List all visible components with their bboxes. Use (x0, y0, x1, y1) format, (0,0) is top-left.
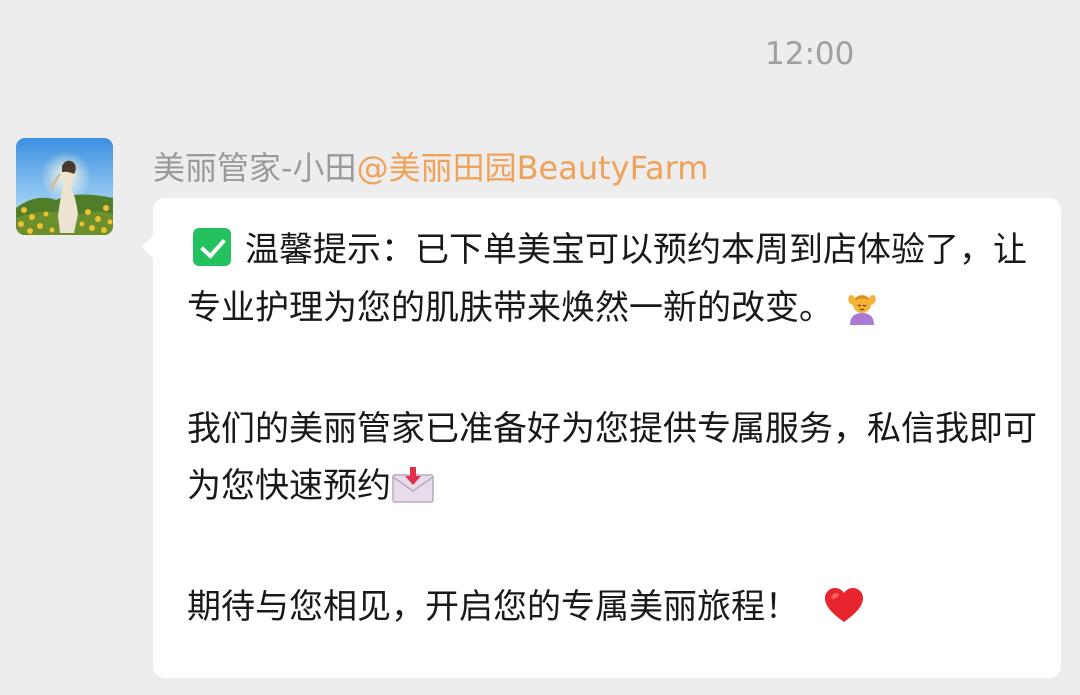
envelope-with-arrow-icon (391, 464, 435, 522)
paragraph-2-text: 我们的美丽管家已准备好为您提供专属服务，私信我即可为您快速预约 (187, 408, 1037, 507)
white-check-mark-icon (193, 228, 231, 266)
sender-line: 美丽管家-小田@美丽田园BeautyFarm (153, 143, 708, 189)
sender-name[interactable]: 美丽管家-小田 (153, 149, 357, 187)
message-paragraph-1: 温馨提示：已下单美宝可以预约本周到店体验了，让专业护理为您的肌肤带来焕然一新的改… (187, 222, 1037, 343)
sender-avatar[interactable] (16, 138, 113, 235)
red-heart-icon (824, 585, 864, 643)
message-paragraph-3: 期待与您相见，开启您的专属美丽旅程！ (187, 579, 1037, 643)
sender-org-mention[interactable]: @美丽田园BeautyFarm (357, 149, 709, 187)
face-massage-icon (844, 286, 880, 344)
message-paragraph-2: 我们的美丽管家已准备好为您提供专属服务，私信我即可为您快速预约 (187, 401, 1037, 522)
message-timestamp: 12:00 (765, 36, 855, 72)
paragraph-3-text: 期待与您相见，开启您的专属美丽旅程！ (187, 587, 799, 627)
message-text: 温馨提示：已下单美宝可以预约本周到店体验了，让专业护理为您的肌肤带来焕然一新的改… (187, 222, 1037, 643)
woman-in-flower-field-photo (16, 138, 113, 235)
paragraph-1-text: 温馨提示：已下单美宝可以预约本周到店体验了，让专业护理为您的肌肤带来焕然一新的改… (187, 230, 1027, 328)
